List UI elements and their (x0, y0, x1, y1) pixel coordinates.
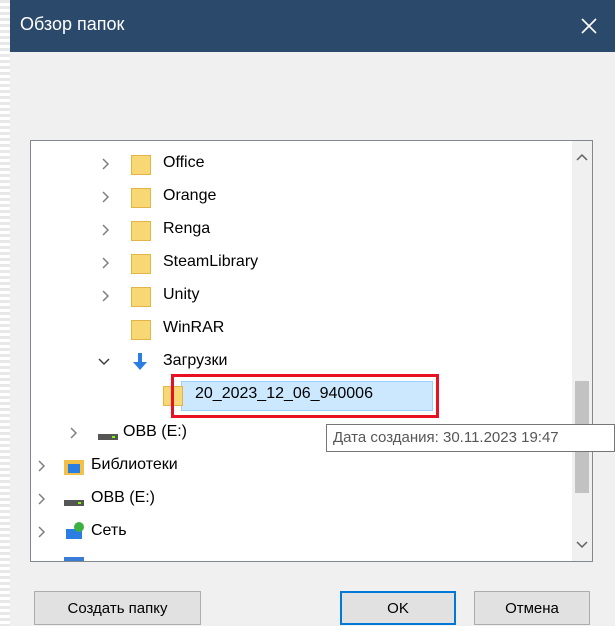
close-button[interactable] (563, 0, 615, 52)
tree-item-label: Загрузки (163, 352, 228, 369)
tree-item-renga[interactable]: Renga (31, 213, 571, 246)
drive-icon (97, 422, 119, 444)
tree-item-obb-drive[interactable]: OBB (E:) (31, 482, 571, 515)
tree-item-label: Orange (163, 187, 217, 204)
folder-icon (131, 318, 153, 340)
folder-icon (131, 153, 153, 175)
computer-icon (63, 554, 85, 561)
tree-item-label: Сеть (91, 522, 127, 539)
tree-item-office[interactable]: Office (31, 147, 571, 180)
drive-icon (63, 488, 85, 510)
title-bar[interactable]: Обзор папок (10, 0, 615, 52)
scroll-up-button[interactable] (572, 145, 592, 169)
close-icon (581, 18, 597, 34)
expand-chevron-icon[interactable] (67, 416, 81, 449)
ok-button[interactable]: OK (340, 591, 456, 625)
expand-chevron-icon[interactable] (35, 482, 49, 515)
expand-chevron-icon[interactable] (35, 515, 49, 548)
expand-chevron-icon[interactable] (99, 147, 113, 180)
tree-item-orange[interactable]: Orange (31, 180, 571, 213)
chevron-up-icon (576, 153, 588, 161)
tree-item-winrar[interactable]: WinRAR (31, 312, 571, 345)
tree-item-label: WinRAR (163, 319, 225, 336)
expand-chevron-icon[interactable] (99, 279, 113, 312)
expand-chevron-icon[interactable] (35, 449, 49, 482)
tree-item-libraries[interactable]: Библиотеки (31, 449, 571, 482)
tree-item-label: Unity (163, 286, 200, 303)
tree-item-label: Библиотеки (91, 456, 178, 473)
tree-item-label: OBB (E:) (123, 423, 188, 440)
download-icon (129, 351, 151, 373)
libraries-icon (63, 455, 85, 477)
collapse-chevron-icon[interactable] (97, 345, 111, 378)
tree-item-unity[interactable]: Unity (31, 279, 571, 312)
tree-item-network[interactable]: Сеть (31, 515, 571, 548)
folder-tree[interactable]: Office Orange Renga SteamLibrary Unity W… (30, 140, 593, 562)
tooltip: Дата создания: 30.11.2023 19:47 (326, 424, 615, 452)
tree-item-label: Renga (163, 220, 211, 237)
folder-icon (131, 252, 153, 274)
window-title: Обзор папок (20, 14, 125, 34)
chevron-down-icon (576, 541, 588, 549)
tree-item-label: Office (163, 154, 205, 171)
folder-icon (131, 219, 153, 241)
tree-item-label: SteamLibrary (163, 253, 259, 270)
expand-chevron-icon[interactable] (99, 246, 113, 279)
folder-icon (131, 186, 153, 208)
background-strip (0, 0, 10, 626)
tree-item-steamlibrary[interactable]: SteamLibrary (31, 246, 571, 279)
expand-chevron-icon[interactable] (99, 213, 113, 246)
tree-item-label: OBB (E:) (91, 489, 156, 506)
new-folder-button[interactable]: Создать папку (34, 591, 201, 625)
tree-item-partial[interactable] (31, 548, 571, 561)
network-icon (63, 521, 85, 543)
expand-chevron-icon[interactable] (99, 180, 113, 213)
cancel-button[interactable]: Отмена (474, 591, 590, 625)
highlight-box (171, 374, 439, 418)
folder-icon (131, 285, 153, 307)
scroll-down-button[interactable] (572, 533, 592, 557)
vertical-scrollbar[interactable] (572, 141, 592, 561)
